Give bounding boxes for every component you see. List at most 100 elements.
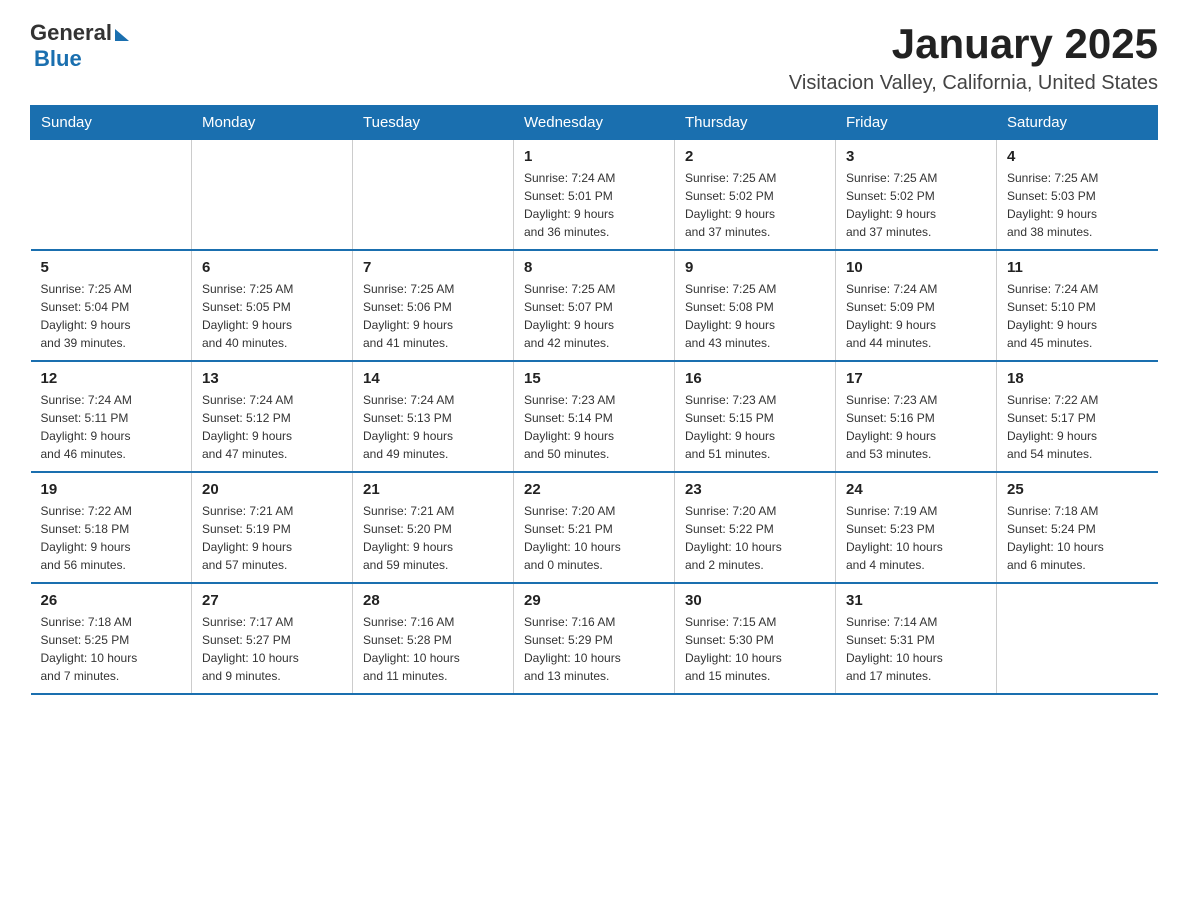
day-info: Sunrise: 7:17 AM Sunset: 5:27 PM Dayligh…: [202, 613, 342, 685]
day-number: 17: [846, 370, 986, 387]
calendar-cell: 4 Sunrise: 7:25 AM Sunset: 5:03 PM Daylig…: [997, 140, 1158, 251]
calendar-cell: 23 Sunrise: 7:20 AM Sunset: 5:22 PM Dayli…: [675, 472, 836, 583]
calendar-cell: 31 Sunrise: 7:14 AM Sunset: 5:31 PM Dayli…: [836, 583, 997, 694]
day-info: Sunrise: 7:25 AM Sunset: 5:08 PM Dayligh…: [685, 280, 825, 352]
location-title: Visitacion Valley, California, United St…: [789, 72, 1158, 95]
day-number: 12: [41, 370, 182, 387]
calendar-week-3: 12 Sunrise: 7:24 AM Sunset: 5:11 PM Dayli…: [31, 361, 1158, 472]
calendar-cell: 14 Sunrise: 7:24 AM Sunset: 5:13 PM Dayli…: [353, 361, 514, 472]
calendar-cell: 15 Sunrise: 7:23 AM Sunset: 5:14 PM Dayli…: [514, 361, 675, 472]
day-info: Sunrise: 7:25 AM Sunset: 5:07 PM Dayligh…: [524, 280, 664, 352]
day-number: 20: [202, 481, 342, 498]
day-info: Sunrise: 7:18 AM Sunset: 5:25 PM Dayligh…: [41, 613, 182, 685]
day-info: Sunrise: 7:24 AM Sunset: 5:13 PM Dayligh…: [363, 391, 503, 463]
weekday-header-saturday: Saturday: [997, 106, 1158, 140]
day-number: 30: [685, 592, 825, 609]
calendar-cell: 16 Sunrise: 7:23 AM Sunset: 5:15 PM Dayli…: [675, 361, 836, 472]
day-number: 2: [685, 148, 825, 165]
calendar-cell: 17Sunrise: 7:23 AM Sunset: 5:16 PM Dayli…: [836, 361, 997, 472]
day-number: 14: [363, 370, 503, 387]
title-block: January 2025 Visitacion Valley, Californ…: [789, 20, 1158, 95]
calendar-cell: 22 Sunrise: 7:20 AM Sunset: 5:21 PM Dayli…: [514, 472, 675, 583]
day-number: 16: [685, 370, 825, 387]
day-info: Sunrise: 7:19 AM Sunset: 5:23 PM Dayligh…: [846, 502, 986, 574]
day-info: Sunrise: 7:24 AM Sunset: 5:09 PM Dayligh…: [846, 280, 986, 352]
day-info: Sunrise: 7:25 AM Sunset: 5:06 PM Dayligh…: [363, 280, 503, 352]
day-number: 15: [524, 370, 664, 387]
calendar-cell: 2Sunrise: 7:25 AM Sunset: 5:02 PM Daylig…: [675, 140, 836, 251]
calendar-cell: 10 Sunrise: 7:24 AM Sunset: 5:09 PM Dayli…: [836, 250, 997, 361]
weekday-header-monday: Monday: [192, 106, 353, 140]
day-info: Sunrise: 7:22 AM Sunset: 5:17 PM Dayligh…: [1007, 391, 1148, 463]
calendar-cell: 9 Sunrise: 7:25 AM Sunset: 5:08 PM Daylig…: [675, 250, 836, 361]
calendar-cell: 27 Sunrise: 7:17 AM Sunset: 5:27 PM Dayli…: [192, 583, 353, 694]
day-info: Sunrise: 7:16 AM Sunset: 5:29 PM Dayligh…: [524, 613, 664, 685]
day-info: Sunrise: 7:22 AM Sunset: 5:18 PM Dayligh…: [41, 502, 182, 574]
day-number: 28: [363, 592, 503, 609]
day-info: Sunrise: 7:24 AM Sunset: 5:12 PM Dayligh…: [202, 391, 342, 463]
day-number: 26: [41, 592, 182, 609]
day-number: 11: [1007, 259, 1148, 276]
day-info: Sunrise: 7:23 AM Sunset: 5:14 PM Dayligh…: [524, 391, 664, 463]
day-number: 25: [1007, 481, 1148, 498]
day-info: Sunrise: 7:24 AM Sunset: 5:01 PM Dayligh…: [524, 169, 664, 241]
day-number: 10: [846, 259, 986, 276]
calendar-body: 1 Sunrise: 7:24 AM Sunset: 5:01 PM Daylig…: [31, 140, 1158, 695]
day-info: Sunrise: 7:20 AM Sunset: 5:22 PM Dayligh…: [685, 502, 825, 574]
calendar-cell: 26 Sunrise: 7:18 AM Sunset: 5:25 PM Dayli…: [31, 583, 192, 694]
day-number: 13: [202, 370, 342, 387]
day-number: 18: [1007, 370, 1148, 387]
calendar-cell: 30 Sunrise: 7:15 AM Sunset: 5:30 PM Dayli…: [675, 583, 836, 694]
day-number: 5: [41, 259, 182, 276]
day-number: 3: [846, 148, 986, 165]
calendar-cell: 29Sunrise: 7:16 AM Sunset: 5:29 PM Dayli…: [514, 583, 675, 694]
weekday-header-tuesday: Tuesday: [353, 106, 514, 140]
calendar-week-1: 1 Sunrise: 7:24 AM Sunset: 5:01 PM Daylig…: [31, 140, 1158, 251]
day-info: Sunrise: 7:20 AM Sunset: 5:21 PM Dayligh…: [524, 502, 664, 574]
day-info: Sunrise: 7:14 AM Sunset: 5:31 PM Dayligh…: [846, 613, 986, 685]
calendar-cell: 8 Sunrise: 7:25 AM Sunset: 5:07 PM Daylig…: [514, 250, 675, 361]
calendar-cell: 5 Sunrise: 7:25 AM Sunset: 5:04 PM Daylig…: [31, 250, 192, 361]
day-number: 19: [41, 481, 182, 498]
page-header: General Blue January 2025 Visitacion Val…: [30, 20, 1158, 95]
day-info: Sunrise: 7:23 AM Sunset: 5:15 PM Dayligh…: [685, 391, 825, 463]
calendar-cell: 18 Sunrise: 7:22 AM Sunset: 5:17 PM Dayli…: [997, 361, 1158, 472]
day-number: 27: [202, 592, 342, 609]
calendar-cell: 11Sunrise: 7:24 AM Sunset: 5:10 PM Dayli…: [997, 250, 1158, 361]
calendar-cell: [997, 583, 1158, 694]
calendar-cell: [31, 140, 192, 251]
day-number: 1: [524, 148, 664, 165]
calendar-cell: 28Sunrise: 7:16 AM Sunset: 5:28 PM Dayli…: [353, 583, 514, 694]
day-info: Sunrise: 7:18 AM Sunset: 5:24 PM Dayligh…: [1007, 502, 1148, 574]
logo-blue-text: Blue: [34, 46, 82, 72]
calendar-cell: 20Sunrise: 7:21 AM Sunset: 5:19 PM Dayli…: [192, 472, 353, 583]
day-number: 22: [524, 481, 664, 498]
day-info: Sunrise: 7:24 AM Sunset: 5:11 PM Dayligh…: [41, 391, 182, 463]
day-number: 21: [363, 481, 503, 498]
calendar-cell: 6 Sunrise: 7:25 AM Sunset: 5:05 PM Daylig…: [192, 250, 353, 361]
calendar-cell: 1 Sunrise: 7:24 AM Sunset: 5:01 PM Daylig…: [514, 140, 675, 251]
calendar-week-2: 5 Sunrise: 7:25 AM Sunset: 5:04 PM Daylig…: [31, 250, 1158, 361]
day-info: Sunrise: 7:21 AM Sunset: 5:20 PM Dayligh…: [363, 502, 503, 574]
weekday-header-thursday: Thursday: [675, 106, 836, 140]
day-number: 4: [1007, 148, 1148, 165]
day-number: 31: [846, 592, 986, 609]
logo-triangle-icon: [115, 29, 129, 41]
day-info: Sunrise: 7:15 AM Sunset: 5:30 PM Dayligh…: [685, 613, 825, 685]
day-info: Sunrise: 7:25 AM Sunset: 5:04 PM Dayligh…: [41, 280, 182, 352]
day-number: 8: [524, 259, 664, 276]
calendar-cell: 13 Sunrise: 7:24 AM Sunset: 5:12 PM Dayli…: [192, 361, 353, 472]
calendar-week-5: 26 Sunrise: 7:18 AM Sunset: 5:25 PM Dayli…: [31, 583, 1158, 694]
weekday-header-friday: Friday: [836, 106, 997, 140]
day-number: 6: [202, 259, 342, 276]
calendar-table: SundayMondayTuesdayWednesdayThursdayFrid…: [30, 105, 1158, 695]
day-number: 7: [363, 259, 503, 276]
calendar-cell: 12 Sunrise: 7:24 AM Sunset: 5:11 PM Dayli…: [31, 361, 192, 472]
day-info: Sunrise: 7:25 AM Sunset: 5:05 PM Dayligh…: [202, 280, 342, 352]
day-number: 9: [685, 259, 825, 276]
day-number: 23: [685, 481, 825, 498]
calendar-cell: 3Sunrise: 7:25 AM Sunset: 5:02 PM Daylig…: [836, 140, 997, 251]
day-number: 24: [846, 481, 986, 498]
calendar-cell: 21 Sunrise: 7:21 AM Sunset: 5:20 PM Dayli…: [353, 472, 514, 583]
day-info: Sunrise: 7:25 AM Sunset: 5:03 PM Dayligh…: [1007, 169, 1148, 241]
